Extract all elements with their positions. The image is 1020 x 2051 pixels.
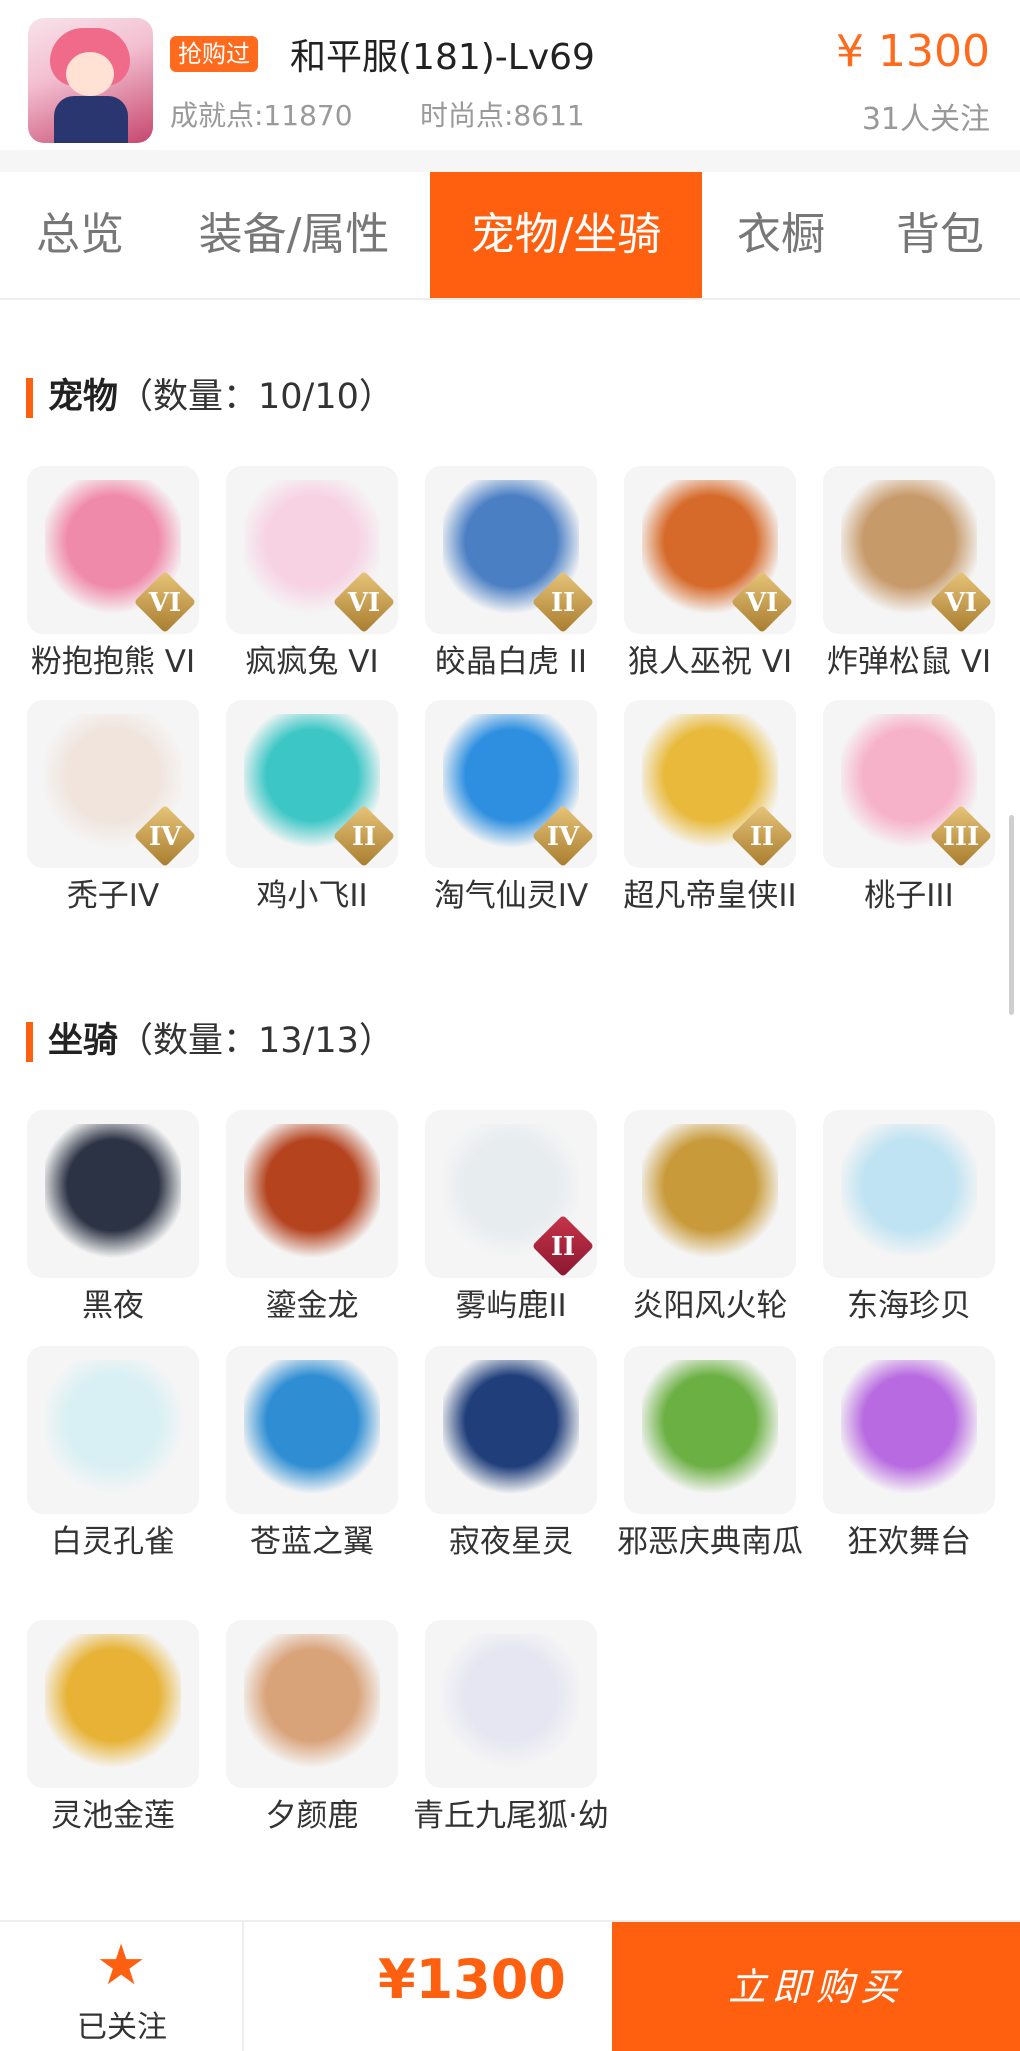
mounts-section-title: 坐骑（数量：13/13） xyxy=(26,1016,394,1066)
mount-image xyxy=(45,1634,181,1770)
mounts-title: 坐骑 xyxy=(48,1021,119,1061)
mount-image xyxy=(642,1360,778,1496)
grade-badge-text: II xyxy=(550,1232,576,1262)
pet-name: 桃子III xyxy=(864,878,954,914)
pet-thumbnail: VI xyxy=(226,466,398,634)
mount-name: 鎏金龙 xyxy=(265,1288,359,1324)
grade-badge-text: III xyxy=(942,822,980,852)
mount-thumbnail xyxy=(226,1620,398,1788)
mount-name: 邪恶庆典南瓜 xyxy=(617,1524,803,1560)
bottom-price: ¥1300 xyxy=(378,1948,566,2011)
mount-thumbnail: II xyxy=(425,1110,597,1278)
follow-button[interactable]: ★ 已关注 xyxy=(0,1922,244,2051)
mount-thumbnail xyxy=(27,1620,199,1788)
mount-image xyxy=(244,1634,380,1770)
mount-name: 苍蓝之翼 xyxy=(250,1524,374,1560)
pet-name: 鸡小飞II xyxy=(256,878,368,914)
tab-pets-mounts[interactable]: 宠物/坐骑 xyxy=(430,172,702,298)
avatar-face xyxy=(66,52,114,96)
grade-badge-text: IV xyxy=(546,822,580,852)
tab-wardrobe[interactable]: 衣橱 xyxy=(716,172,846,298)
mount-thumbnail xyxy=(624,1110,796,1278)
tab-bar: 总览 装备/属性 宠物/坐骑 衣橱 背包 xyxy=(0,172,1020,300)
mounts-count: （数量：13/13） xyxy=(118,1021,394,1061)
tab-overview[interactable]: 总览 xyxy=(10,172,150,298)
section-divider xyxy=(0,150,1020,172)
pet-thumbnail: VI xyxy=(27,466,199,634)
pet-thumbnail: IV xyxy=(27,700,199,868)
mount-image xyxy=(841,1360,977,1496)
mount-thumbnail xyxy=(226,1110,398,1278)
pet-thumbnail: II xyxy=(624,700,796,868)
mount-thumbnail xyxy=(425,1620,597,1788)
purchase-tag: 抢购过 xyxy=(170,36,258,72)
mount-name: 灵池金莲 xyxy=(51,1798,175,1834)
grade-badge-text: II xyxy=(550,588,576,618)
mount-name: 白灵孔雀 xyxy=(51,1524,175,1560)
mount-image xyxy=(443,1634,579,1770)
pet-thumbnail: II xyxy=(226,700,398,868)
pet-name: 炸弹松鼠 VI xyxy=(826,644,992,680)
mount-name: 夕颜鹿 xyxy=(265,1798,359,1834)
pet-thumbnail: VI xyxy=(823,466,995,634)
pet-name: 狼人巫祝 VI xyxy=(627,644,793,680)
star-icon: ★ xyxy=(96,1933,147,1998)
mount-image xyxy=(443,1360,579,1496)
achievement-points: 成就点:11870 xyxy=(170,99,353,132)
grade-badge-text: IV xyxy=(148,822,182,852)
pet-name: 粉抱抱熊 VI xyxy=(30,644,196,680)
character-avatar[interactable] xyxy=(28,18,153,143)
buy-now-button[interactable]: 立即购买 xyxy=(612,1922,1020,2051)
mount-name: 东海珍贝 xyxy=(847,1288,971,1324)
mount-thumbnail xyxy=(425,1346,597,1514)
pets-count: （数量：10/10） xyxy=(118,377,394,417)
mount-name: 黑夜 xyxy=(82,1288,144,1324)
mount-image xyxy=(244,1124,380,1260)
mount-name: 寂夜星灵 xyxy=(449,1524,573,1560)
listing-price: ¥ 1300 xyxy=(836,26,990,77)
mount-name: 雾屿鹿II xyxy=(455,1288,567,1324)
pet-name: 秃子IV xyxy=(66,878,160,914)
bottom-bar: ★ 已关注 ¥1300 立即购买 xyxy=(0,1920,1020,2051)
grade-badge-text: VI xyxy=(148,588,182,618)
pet-thumbnail: IV xyxy=(425,700,597,868)
mount-thumbnail xyxy=(624,1346,796,1514)
tab-equipment[interactable]: 装备/属性 xyxy=(178,172,410,298)
pet-name: 皎晶白虎 II xyxy=(434,644,588,680)
mount-name: 青丘九尾狐·幼 xyxy=(413,1798,609,1834)
follow-label: 已关注 xyxy=(77,2010,167,2045)
grade-badge-text: VI xyxy=(944,588,978,618)
mount-image xyxy=(642,1124,778,1260)
pet-name: 疯疯兔 VI xyxy=(245,644,379,680)
tab-bag[interactable]: 背包 xyxy=(874,172,1006,298)
pets-title: 宠物 xyxy=(48,377,119,417)
follower-count: 31人关注 xyxy=(861,102,990,137)
pets-section-title: 宠物（数量：10/10） xyxy=(26,372,394,422)
mount-thumbnail xyxy=(27,1110,199,1278)
grade-badge-text: II xyxy=(749,822,775,852)
mount-thumbnail xyxy=(27,1346,199,1514)
mount-name: 炎阳风火轮 xyxy=(632,1288,788,1324)
pet-thumbnail: VI xyxy=(624,466,796,634)
grade-badge-text: VI xyxy=(745,588,779,618)
scrollbar[interactable] xyxy=(1009,815,1014,1015)
avatar-coat xyxy=(54,96,128,143)
grade-badge-text: VI xyxy=(347,588,381,618)
pet-name: 超凡帝皇侠II xyxy=(623,878,797,914)
pet-thumbnail: II xyxy=(425,466,597,634)
mount-image xyxy=(45,1360,181,1496)
mount-image xyxy=(841,1124,977,1260)
mount-image xyxy=(244,1360,380,1496)
mount-image xyxy=(45,1124,181,1260)
grade-badge-text: II xyxy=(351,822,377,852)
mount-thumbnail xyxy=(226,1346,398,1514)
fashion-points: 时尚点:8611 xyxy=(420,99,585,132)
mount-thumbnail xyxy=(823,1110,995,1278)
listing-header: 抢购过 和平服(181)-Lv69 成就点:11870 时尚点:8611 ¥ 1… xyxy=(0,0,1020,150)
listing-title: 和平服(181)-Lv69 xyxy=(290,37,595,78)
mount-thumbnail xyxy=(823,1346,995,1514)
pet-thumbnail: III xyxy=(823,700,995,868)
pet-name: 淘气仙灵IV xyxy=(433,878,589,914)
mount-name: 狂欢舞台 xyxy=(847,1524,971,1560)
